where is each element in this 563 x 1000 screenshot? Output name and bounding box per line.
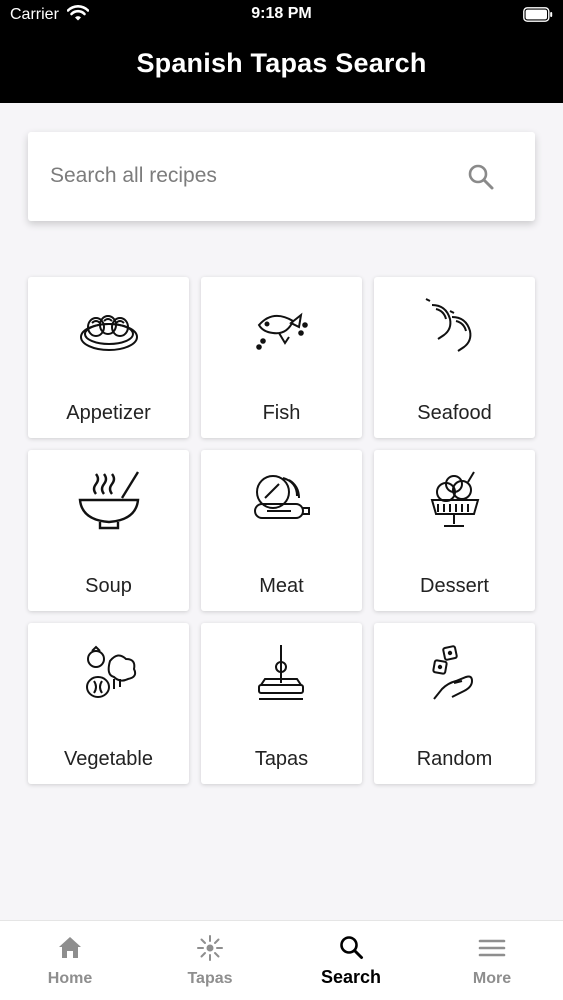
category-grid: Appetizer Fish Seafood Soup Meat Dessert… — [28, 277, 536, 784]
category-tile-vegetable[interactable]: Vegetable — [28, 623, 189, 784]
search-icon — [340, 936, 363, 959]
menu-icon — [478, 939, 506, 957]
soup-bowl-icon — [78, 471, 140, 530]
tab-home[interactable]: Home — [0, 921, 140, 1000]
app-header: Carrier 9:18 PM Spanish Tapas Search — [0, 0, 563, 103]
tab-label: Home — [47, 970, 93, 987]
category-label: Fish — [262, 402, 301, 424]
tab-search[interactable]: Search — [281, 921, 421, 1000]
tab-tapas[interactable]: Tapas — [140, 921, 280, 1000]
category-label: Soup — [85, 575, 132, 597]
tab-label: More — [472, 970, 512, 987]
search-bar[interactable] — [28, 132, 535, 221]
status-bar: Carrier 9:18 PM — [0, 0, 563, 30]
category-tile-fish[interactable]: Fish — [201, 277, 362, 438]
ham-icon — [254, 475, 310, 519]
battery-icon — [523, 7, 553, 22]
category-tile-appetizer[interactable]: Appetizer — [28, 277, 189, 438]
category-label: Meat — [259, 575, 304, 597]
category-tile-dessert[interactable]: Dessert — [374, 450, 535, 611]
category-tile-seafood[interactable]: Seafood — [374, 277, 535, 438]
category-label: Dessert — [420, 575, 489, 597]
ice-cream-sundae-icon — [430, 471, 480, 527]
category-label: Appetizer — [66, 402, 151, 424]
category-label: Vegetable — [64, 748, 153, 770]
search-input[interactable] — [50, 160, 450, 192]
page-title: Spanish Tapas Search — [136, 48, 427, 78]
tapa-skewer-icon — [258, 645, 304, 700]
home-icon — [59, 937, 81, 958]
appetizer-platter-icon — [80, 315, 138, 351]
clock: 9:18 PM — [251, 5, 312, 22]
category-label: Seafood — [417, 402, 492, 424]
shrimp-icon — [425, 298, 472, 352]
search-icon[interactable] — [466, 162, 496, 192]
category-tile-meat[interactable]: Meat — [201, 450, 362, 611]
category-tile-random[interactable]: Random — [374, 623, 535, 784]
dice-hand-icon — [432, 645, 474, 700]
vegetables-icon — [86, 645, 137, 698]
tab-label: Tapas — [187, 970, 233, 987]
category-tile-tapas[interactable]: Tapas — [201, 623, 362, 784]
tab-bar: Home Tapas Search More — [0, 920, 563, 1000]
category-label: Random — [416, 748, 493, 770]
category-label: Tapas — [254, 748, 309, 770]
fish-icon — [256, 312, 308, 350]
tab-label: Search — [320, 967, 382, 987]
sparkle-icon — [197, 935, 223, 961]
tab-more[interactable]: More — [422, 921, 562, 1000]
category-tile-soup[interactable]: Soup — [28, 450, 189, 611]
